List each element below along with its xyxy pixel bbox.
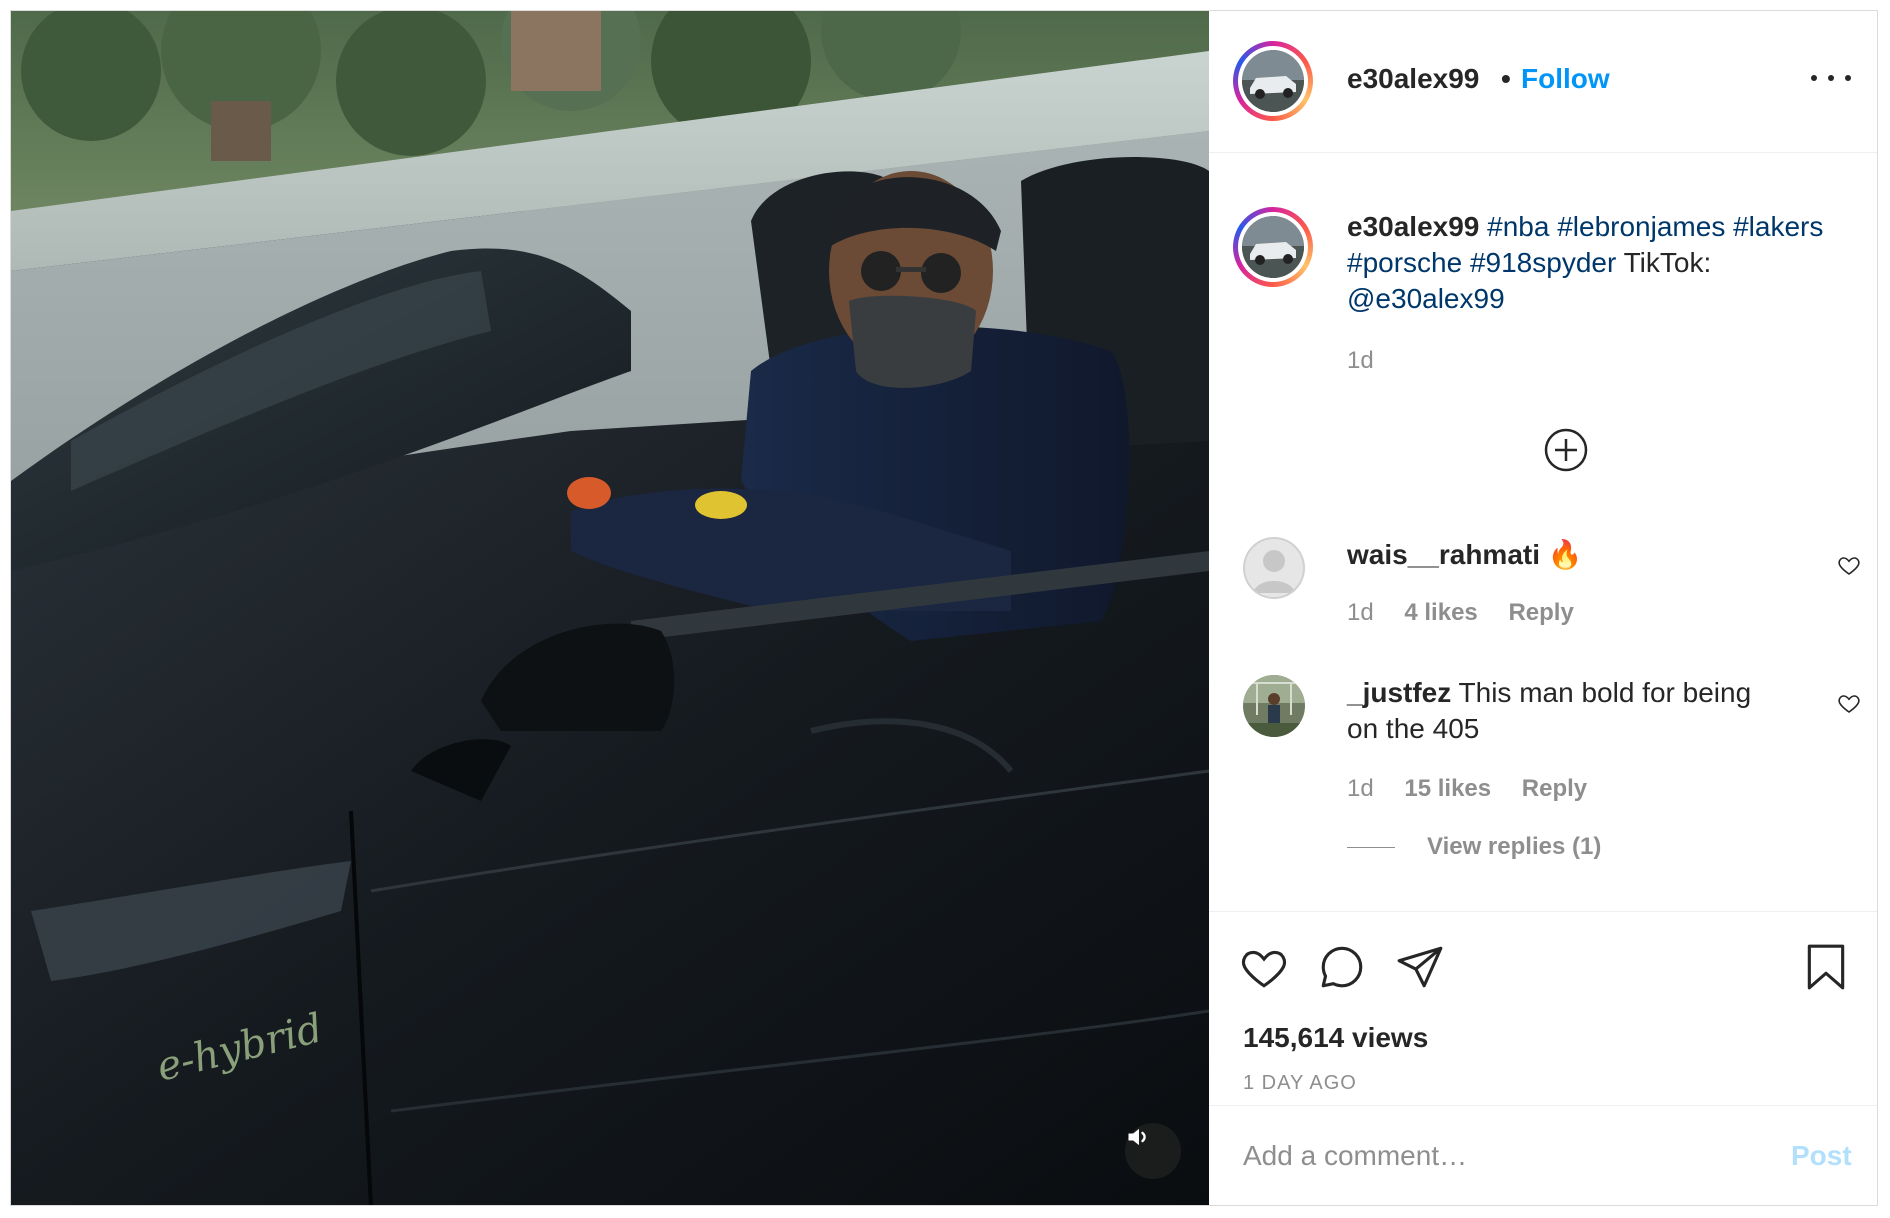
comment-likes[interactable]: 15 likes — [1404, 775, 1491, 802]
default-avatar-icon — [1243, 537, 1305, 599]
post-header: e30alex99 • Follow — [1209, 11, 1877, 153]
comment-like-heart-icon[interactable] — [1837, 553, 1861, 577]
hashtag-link[interactable]: #lebronjames — [1557, 211, 1725, 242]
view-count[interactable]: 145,614 views — [1243, 1022, 1428, 1054]
comment-likes[interactable]: 4 likes — [1404, 599, 1477, 626]
caption-username[interactable]: e30alex99 — [1347, 211, 1479, 242]
comment-icon[interactable] — [1317, 942, 1367, 992]
post-comment-button[interactable]: Post — [1791, 1140, 1852, 1172]
hashtag-link[interactable]: #918spyder — [1470, 247, 1616, 278]
caption-text: TikTok: — [1623, 247, 1712, 278]
instagram-post: e-hybrid e30alex99 • Follow e30alex99 #n… — [10, 10, 1878, 1206]
view-replies-button[interactable]: View replies (1) — [1347, 833, 1601, 861]
car-avatar-image — [1242, 50, 1304, 112]
post-caption: e30alex99 #nba #lebronjames #lakers #por… — [1347, 209, 1857, 379]
commenter-photo — [1243, 675, 1305, 737]
post-video[interactable]: e-hybrid — [11, 11, 1209, 1205]
comment-username[interactable]: wais__rahmati — [1347, 539, 1540, 570]
more-options-icon[interactable] — [1811, 63, 1851, 93]
comment-username[interactable]: _justfez — [1347, 677, 1451, 708]
heart-icon[interactable] — [1239, 942, 1289, 992]
post-actions: 145,614 views 1 DAY AGO — [1209, 911, 1877, 1105]
separator-dot: • — [1501, 63, 1511, 94]
comments-list: e30alex99 #nba #lebronjames #lakers #por… — [1209, 153, 1877, 911]
comment-input[interactable] — [1243, 1136, 1743, 1176]
add-comment-bar: Post — [1209, 1105, 1877, 1205]
caption-time[interactable]: 1d — [1347, 343, 1857, 379]
comment-text: 🔥 — [1547, 539, 1583, 570]
reply-button[interactable]: Reply — [1522, 775, 1587, 802]
comment-time[interactable]: 1d — [1347, 775, 1374, 802]
hashtag-link[interactable]: #lakers — [1733, 211, 1823, 242]
post-date[interactable]: 1 DAY AGO — [1243, 1072, 1357, 1095]
mention-link[interactable]: @e30alex99 — [1347, 283, 1505, 314]
add-circle-icon[interactable] — [1543, 427, 1589, 473]
hashtag-link[interactable]: #porsche — [1347, 247, 1462, 278]
comment-meta: 1d 4 likes Reply — [1347, 599, 1598, 627]
view-replies-label: View replies (1) — [1427, 833, 1602, 860]
comment-body: _justfez This man bold for being on the … — [1347, 675, 1787, 747]
reply-divider — [1347, 846, 1395, 848]
hashtag-link[interactable]: #nba — [1487, 211, 1549, 242]
caption-avatar[interactable] — [1233, 207, 1313, 287]
comment-body: wais__rahmati 🔥 — [1347, 537, 1787, 573]
commenter-avatar[interactable] — [1243, 675, 1305, 737]
post-side-panel: e30alex99 • Follow e30alex99 #nba #lebro… — [1209, 11, 1877, 1205]
author-avatar[interactable] — [1233, 41, 1313, 121]
follow-button[interactable]: Follow — [1521, 63, 1610, 95]
volume-button[interactable] — [1125, 1123, 1181, 1179]
author-username[interactable]: e30alex99 — [1347, 63, 1479, 95]
commenter-avatar[interactable] — [1243, 537, 1305, 599]
volume-icon — [1128, 1128, 1146, 1146]
reply-button[interactable]: Reply — [1508, 599, 1573, 626]
comment-time[interactable]: 1d — [1347, 599, 1374, 626]
share-icon[interactable] — [1395, 942, 1445, 992]
car-avatar-image — [1242, 216, 1304, 278]
comment-meta: 1d 15 likes Reply — [1347, 775, 1611, 803]
comment-like-heart-icon[interactable] — [1837, 691, 1861, 715]
bookmark-icon[interactable] — [1801, 942, 1851, 992]
video-frame: e-hybrid — [11, 11, 1209, 1205]
